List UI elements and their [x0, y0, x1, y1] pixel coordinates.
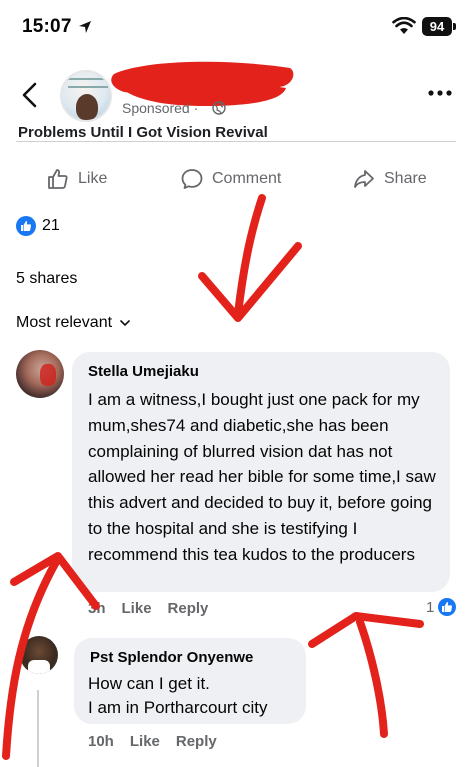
comment-button[interactable]: Comment: [180, 164, 281, 194]
reaction-count: 21: [42, 217, 60, 234]
battery-tip: [453, 23, 456, 30]
share-button[interactable]: Share: [352, 164, 427, 194]
reply-thread-line: [37, 690, 39, 767]
caption-text: Problems Until I Got Vision Revival: [18, 124, 268, 138]
commenter-name[interactable]: Stella Umejiaku: [88, 363, 199, 380]
reply-bubble: Pst Splendor Onyenwe How can I get it. I…: [74, 638, 306, 724]
divider: [16, 141, 456, 142]
globe-icon: [212, 101, 226, 115]
back-icon[interactable]: [20, 82, 38, 108]
replier-name[interactable]: Pst Splendor Onyenwe: [90, 649, 253, 666]
more-options-icon[interactable]: [428, 90, 452, 96]
like-button[interactable]: Like: [46, 164, 107, 194]
reply-text: How can I get it. I am in Portharcourt c…: [88, 672, 298, 720]
chevron-down-icon: [120, 320, 130, 327]
share-icon: [354, 170, 374, 188]
like-label: Like: [78, 170, 108, 187]
arrow-right-up-shaft: [356, 618, 388, 738]
commenter-avatar[interactable]: [16, 350, 64, 398]
like-reaction-icon: [438, 598, 457, 616]
avatar-text-lines: [68, 78, 108, 88]
comment-reactions[interactable]: 1: [426, 598, 457, 616]
thumbs-up-icon: [48, 169, 68, 189]
replier-avatar[interactable]: [20, 636, 58, 674]
shares-count[interactable]: 5 shares: [16, 270, 77, 288]
post-caption-preview[interactable]: Problems Until I Got Vision Revival: [18, 122, 438, 138]
arrow-down-head: [198, 242, 302, 322]
arrow-right-up-head: [308, 612, 424, 648]
sort-label: Most relevant: [16, 314, 113, 331]
comment-label: Comment: [212, 170, 282, 187]
comment-reaction-count: 1: [426, 598, 435, 616]
avatar-figure: [76, 94, 98, 120]
comment-like-button[interactable]: Like: [122, 600, 152, 617]
comment-time: 3h: [88, 600, 106, 617]
comment-bubble: Stella Umejiaku I am a witness,I bought …: [72, 352, 450, 592]
share-label: Share: [384, 170, 427, 187]
wifi-icon: [392, 17, 416, 34]
status-bar: 15:07 94: [0, 0, 472, 54]
sponsored-label: Sponsored ·: [122, 100, 199, 116]
clock: 15:07: [22, 16, 72, 37]
reply-reply-button[interactable]: Reply: [176, 733, 217, 750]
reactions-summary[interactable]: 21: [16, 216, 60, 236]
reply-time: 10h: [88, 733, 114, 750]
like-reaction-icon: [16, 216, 36, 236]
reply-like-button[interactable]: Like: [130, 733, 160, 750]
comment-icon: [181, 169, 203, 189]
reply-line-1: How can I get it.: [88, 674, 210, 693]
comment-meta: 3h Like Reply: [88, 600, 208, 617]
comment-reply-button[interactable]: Reply: [168, 600, 209, 617]
arrow-down-shaft: [234, 194, 266, 318]
comment-sort-dropdown[interactable]: Most relevant: [16, 314, 130, 332]
comment-text: I am a witness,I bought just one pack fo…: [88, 390, 436, 564]
reply-meta: 10h Like Reply: [88, 733, 217, 750]
reply-line-2: I am in Portharcourt city: [88, 698, 268, 717]
location-arrow-icon: [79, 21, 91, 33]
battery-indicator: 94: [422, 17, 452, 36]
